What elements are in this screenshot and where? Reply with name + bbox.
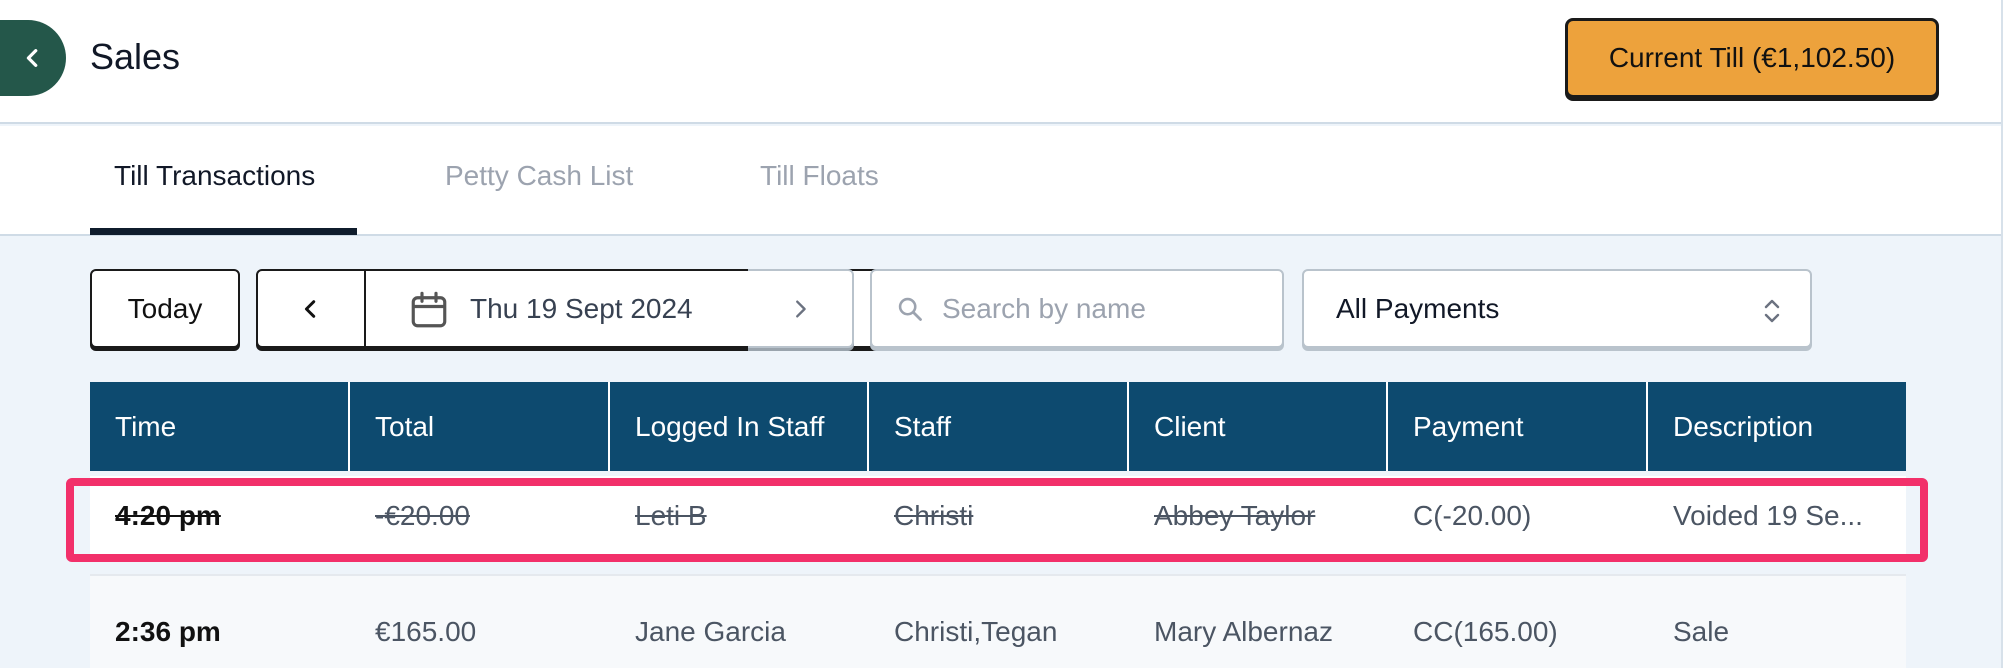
page-header: Sales Current Till (€1,102.50) xyxy=(0,0,2001,124)
today-button[interactable]: Today xyxy=(90,269,240,348)
search-box xyxy=(870,269,1284,348)
select-chevrons-icon xyxy=(1764,299,1780,323)
previous-day-button[interactable] xyxy=(256,269,366,348)
cell-staff: Christi,Tegan xyxy=(894,616,1058,647)
cell-logged-in-staff: Leti B xyxy=(635,500,707,531)
page-edge xyxy=(2001,0,2008,668)
current-till-button[interactable]: Current Till (€1,102.50) xyxy=(1565,18,1939,98)
column-header-logged-in-staff[interactable]: Logged In Staff xyxy=(610,382,869,471)
column-header-description[interactable]: Description xyxy=(1648,382,1906,471)
cell-total: €165.00 xyxy=(375,616,477,647)
tab-till-floats[interactable]: Till Floats xyxy=(760,160,879,192)
cell-time: 4:20 pm xyxy=(115,500,221,531)
app-frame: Sales Current Till (€1,102.50) Till Tran… xyxy=(0,0,2008,668)
calendar-icon xyxy=(411,291,447,328)
tab-bar: Till Transactions Petty Cash List Till F… xyxy=(0,126,2001,236)
cell-payment: CC(165.00) xyxy=(1413,616,1558,647)
cell-logged-in-staff: Jane Garcia xyxy=(635,616,786,647)
column-header-time[interactable]: Time xyxy=(90,382,350,471)
tab-petty-cash-list[interactable]: Petty Cash List xyxy=(445,160,633,192)
column-header-payment[interactable]: Payment xyxy=(1388,382,1648,471)
column-header-total[interactable]: Total xyxy=(350,382,610,471)
cell-staff: Christi xyxy=(894,500,974,531)
cell-client: Abbey Taylor xyxy=(1154,500,1316,531)
column-header-client[interactable]: Client xyxy=(1129,382,1388,471)
payment-filter-value: All Payments xyxy=(1336,292,1500,324)
chevron-left-icon xyxy=(26,49,38,67)
cell-client: Mary Albernaz xyxy=(1154,616,1333,647)
column-header-staff[interactable]: Staff xyxy=(869,382,1129,471)
table-row[interactable]: 2:36 pm €165.00 Jane Garcia Christi,Tega… xyxy=(90,574,1906,668)
table-header: Time Total Logged In Staff Staff Client … xyxy=(90,382,1906,471)
cell-total: -€20.00 xyxy=(375,500,470,531)
search-input[interactable] xyxy=(942,292,1262,325)
cell-payment: C(-20.00) xyxy=(1413,500,1532,531)
page-title: Sales xyxy=(90,36,181,77)
table-row[interactable]: 4:20 pm -€20.00 Leti B Christi Abbey Tay… xyxy=(90,476,1906,556)
tab-till-transactions[interactable]: Till Transactions xyxy=(114,160,315,192)
chevron-right-icon xyxy=(796,299,806,318)
payment-filter-select[interactable]: All Payments xyxy=(1302,269,1812,348)
cell-description: Voided 19 Se... xyxy=(1673,500,1863,531)
search-icon xyxy=(898,297,922,321)
active-tab-indicator xyxy=(90,228,357,235)
chevron-left-icon xyxy=(304,299,316,318)
next-day-button[interactable] xyxy=(748,269,854,348)
cell-time: 2:36 pm xyxy=(115,616,221,647)
back-button[interactable] xyxy=(0,20,66,96)
cell-description: Sale xyxy=(1673,616,1730,647)
date-label: Thu 19 Sept 2024 xyxy=(470,293,693,324)
